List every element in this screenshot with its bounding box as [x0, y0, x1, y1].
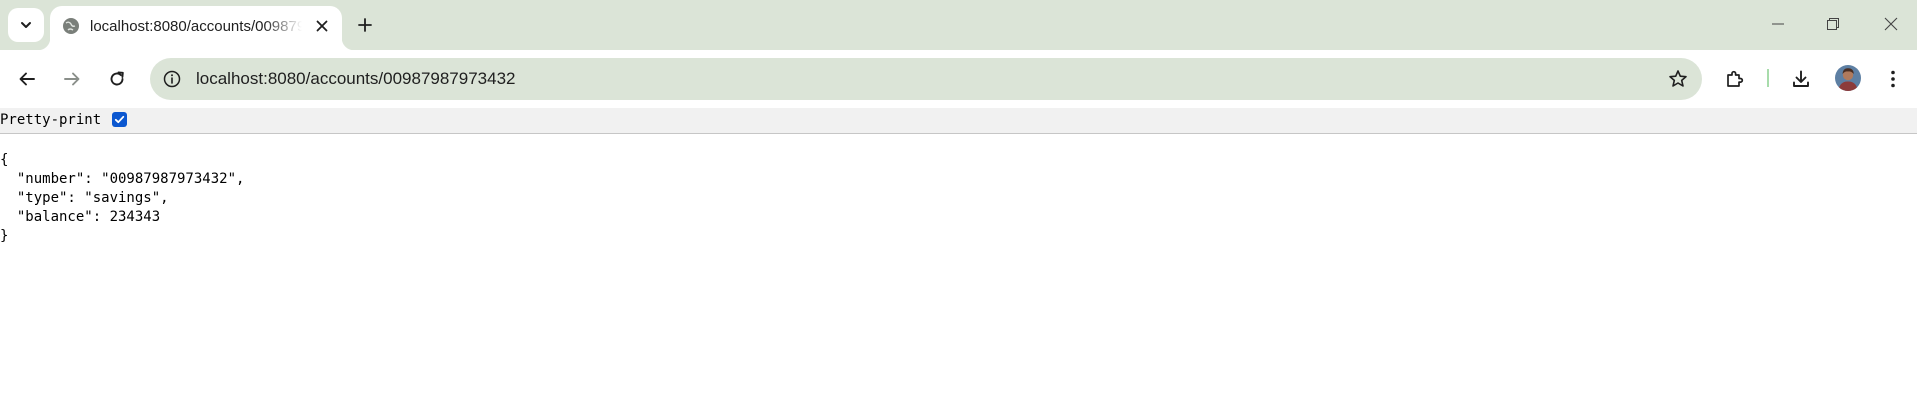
toolbar: localhost:8080/accounts/00987987973432 — [0, 50, 1917, 108]
pretty-print-bar: Pretty-print — [0, 108, 1917, 134]
json-line: "type": "savings", — [0, 190, 169, 206]
download-icon — [1793, 70, 1809, 87]
profile-avatar-icon — [1835, 65, 1861, 91]
forward-arrow-icon — [64, 72, 80, 86]
back-button[interactable] — [9, 61, 45, 97]
back-arrow-icon — [19, 72, 35, 86]
puzzle-icon — [1727, 70, 1744, 87]
new-tab-button[interactable] — [350, 10, 380, 40]
tab-strip: localhost:8080/accounts/00987987973432 — [0, 0, 1917, 50]
star-icon — [1669, 70, 1687, 87]
address-bar[interactable]: localhost:8080/accounts/00987987973432 — [150, 58, 1702, 100]
restore-button[interactable] — [1811, 8, 1855, 40]
kebab-menu-icon — [1891, 70, 1895, 88]
url-text[interactable]: localhost:8080/accounts/00987987973432 — [196, 69, 516, 89]
toolbar-separator — [1767, 69, 1769, 87]
chevron-down-icon — [21, 22, 31, 28]
browser-menu-button[interactable] — [1875, 61, 1911, 97]
downloads-button[interactable] — [1783, 61, 1819, 97]
info-icon — [163, 70, 181, 88]
json-line: { — [0, 152, 9, 168]
browser-window: localhost:8080/accounts/00987987973432 — [0, 0, 1917, 420]
json-line: "number": "00987987973432", — [0, 171, 245, 187]
plus-icon — [358, 18, 372, 32]
globe-icon — [63, 18, 79, 34]
json-line: "balance": 234343 — [0, 209, 161, 225]
site-info-button[interactable] — [158, 65, 186, 93]
reload-icon — [110, 71, 124, 86]
reload-button[interactable] — [99, 61, 135, 97]
tab-close-button[interactable] — [310, 14, 334, 38]
close-icon — [1884, 17, 1898, 31]
pretty-print-label: Pretty-print — [0, 112, 102, 128]
json-line: } — [0, 228, 9, 244]
minimize-button[interactable] — [1756, 8, 1800, 40]
checkmark-icon — [114, 115, 125, 124]
bookmark-button[interactable] — [1664, 65, 1692, 93]
avatar[interactable] — [1835, 65, 1861, 91]
forward-button[interactable] — [54, 61, 90, 97]
restore-icon — [1827, 18, 1839, 30]
close-icon — [316, 20, 328, 32]
json-output: { "number": "00987987973432", "type": "s… — [0, 151, 244, 246]
extensions-button[interactable] — [1717, 61, 1753, 97]
close-window-button[interactable] — [1869, 8, 1913, 40]
minimize-icon — [1772, 23, 1784, 25]
pretty-print-checkbox[interactable] — [112, 112, 127, 127]
tab-title: localhost:8080/accounts/00987987973432 — [90, 18, 302, 35]
tab-search-button[interactable] — [8, 8, 44, 42]
active-tab[interactable]: localhost:8080/accounts/00987987973432 — [38, 6, 354, 50]
